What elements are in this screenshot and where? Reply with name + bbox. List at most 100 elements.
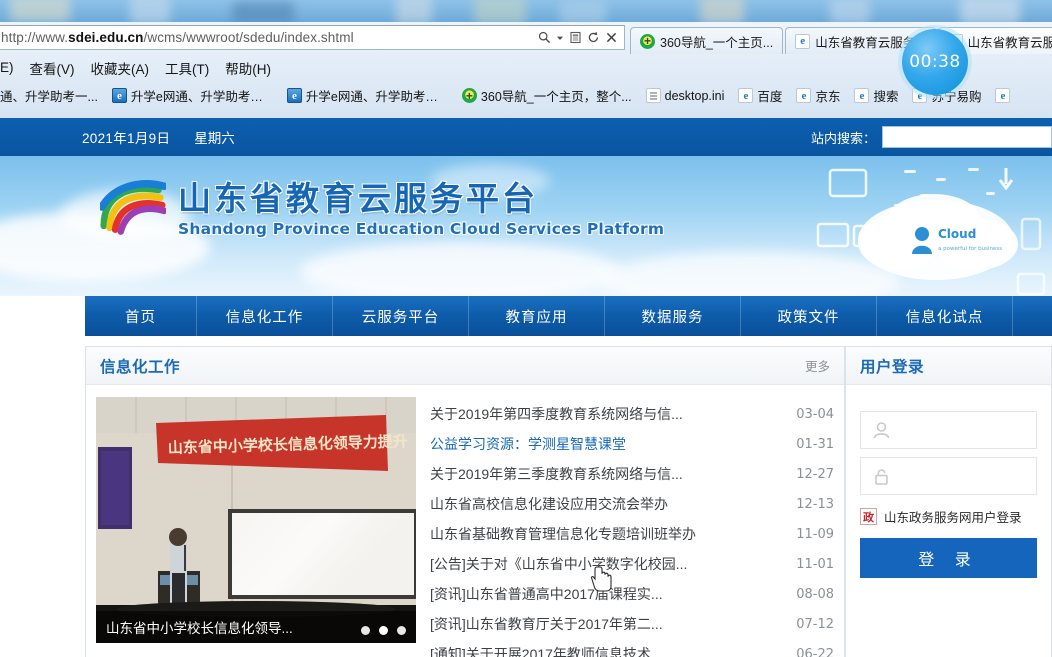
bookmarks-bar: 通、升学助考一... 升学e网通、升学助考一... 升学e网通、升学助考一...… — [0, 81, 1052, 110]
login-panel: 用户登录 政 山东政务服务网用户登录 登 录 — [845, 346, 1052, 657]
news-item[interactable]: 关于2019年第四季度教育系统网络与信... 03-04 — [430, 399, 834, 429]
address-bar-icons — [538, 31, 620, 44]
username-input[interactable] — [903, 412, 1036, 448]
site-banner: 山东省教育云服务平台 Shandong Province Education C… — [0, 156, 1052, 296]
refresh-icon[interactable] — [587, 31, 600, 44]
nav-item-pilot-projects[interactable]: 信息化试点 — [877, 296, 1013, 336]
news-item[interactable]: [通知]关于开展2017年教师信息技术... 06-22 — [430, 639, 834, 657]
browser-menu-bar: E) 查看(V) 收藏夹(A) 工具(T) 帮助(H) — [0, 55, 1052, 80]
bookmark-label: 京东 — [815, 90, 841, 104]
svg-text:a powerful for business: a powerful for business — [938, 246, 1002, 252]
news-item-hovered[interactable]: 公益学习资源：学测星智慧课堂 01-31 — [430, 429, 834, 459]
news-item[interactable]: 关于2019年第三季度教育系统网络与信... 12-27 — [430, 459, 834, 489]
news-item-date: 01-31 — [796, 436, 834, 452]
close-icon[interactable] — [605, 31, 618, 44]
news-item[interactable]: [公告]关于对《山东省中小学数字化校园... 11-01 — [430, 549, 834, 579]
news-panel-body: 山东省中小学校长信息化领导力提升 山东省中小学校长信息化领导... 关于2019… — [86, 385, 844, 657]
e-icon — [286, 88, 302, 103]
menu-item-favorites[interactable]: 收藏夹(A) — [91, 58, 150, 78]
news-item-title: [通知]关于开展2017年教师信息技术... — [430, 646, 663, 657]
news-item-title: [资讯]山东省教育厅关于2017年第二... — [430, 616, 663, 632]
news-item-date: 08-08 — [796, 586, 834, 602]
news-more-link[interactable]: 更多 — [805, 356, 830, 375]
news-panel-title: 信息化工作 — [100, 358, 181, 376]
news-item[interactable]: 山东省高校信息化建设应用交流会举办 12-13 — [430, 489, 834, 519]
menu-item-tools[interactable]: 工具(T) — [165, 58, 209, 78]
news-panel: 信息化工作 更多 山东省中小学校长信息化领导力提升 山东省中小学校长信息化领导.… — [85, 346, 845, 657]
bookmark-item[interactable]: 360导航_一个主页，整个... — [455, 84, 639, 107]
bookmark-item[interactable]: 搜索 — [847, 84, 905, 107]
svg-text:Cloud: Cloud — [938, 227, 976, 241]
bookmark-item[interactable]: 升学e网通、升学助考一... — [105, 84, 280, 107]
login-button[interactable]: 登 录 — [860, 538, 1037, 578]
browser-tab-0[interactable]: 360导航_一个主页... — [630, 27, 784, 54]
nav-item-education-apps[interactable]: 教育应用 — [469, 296, 605, 336]
site-search-label: 站内搜索： — [810, 130, 876, 146]
ie-icon — [796, 88, 812, 103]
bookmark-label: 升学e网通、升学助考一... — [130, 90, 273, 104]
nav-item-cloud-platform[interactable]: 云服务平台 — [333, 296, 469, 336]
menu-item-file[interactable]: E) — [0, 60, 14, 75]
address-bar-url: http://www.sdei.edu.cn/wcms/wwwroot/sded… — [1, 30, 354, 45]
ie-icon — [738, 88, 754, 103]
menu-item-help[interactable]: 帮助(H) — [225, 58, 271, 78]
bookmark-item[interactable]: 京东 — [789, 84, 847, 107]
news-item-title: [资讯]山东省普通高中2017届课程实... — [430, 586, 663, 602]
screen-recorder-timer: 00:38 — [902, 29, 968, 95]
news-item-title: 公益学习资源：学测星智慧课堂 — [430, 436, 626, 452]
news-item-date: 11-01 — [796, 556, 834, 572]
page-viewport: 2021年1月9日 星期六 站内搜索： 山东省教育云服务平台 Shandong … — [0, 118, 1052, 657]
gov-login-label: 山东政务服务网用户登录 — [884, 511, 1022, 525]
user-icon — [873, 422, 890, 439]
username-field-wrapper[interactable] — [860, 411, 1037, 449]
nav-item-policy-documents[interactable]: 政策文件 — [741, 296, 877, 336]
news-item[interactable]: [资讯]山东省普通高中2017届课程实... 08-08 — [430, 579, 834, 609]
search-icon[interactable] — [538, 31, 551, 44]
tab-strip: 360导航_一个主页... 山东省教育云服务... 山东省教育云服... — [630, 22, 1052, 54]
nav-item-home[interactable]: 首页 — [85, 296, 197, 336]
login-form: 山东政务服务网用户登录 登 录 — [846, 385, 1051, 578]
news-list: 关于2019年第四季度教育系统网络与信... 03-04 公益学习资源：学测星智… — [430, 397, 834, 657]
news-item[interactable]: [资讯]山东省教育厅关于2017年第二... 07-12 — [430, 609, 834, 639]
menu-item-view[interactable]: 查看(V) — [30, 58, 75, 78]
bookmark-item[interactable]: 通、升学助考一... — [0, 84, 105, 107]
news-item-date: 07-12 — [796, 616, 834, 632]
news-carousel[interactable]: 山东省中小学校长信息化领导力提升 山东省中小学校长信息化领导... — [96, 397, 416, 643]
bookmark-item[interactable]: 升学e网通、升学助考一... — [280, 84, 455, 107]
site-logo[interactable]: 山东省教育云服务平台 Shandong Province Education C… — [100, 178, 664, 238]
site-title-en: Shandong Province Education Cloud Servic… — [178, 219, 665, 238]
news-item[interactable]: 山东省基础教育管理信息化专题培训班举办 11-09 — [430, 519, 834, 549]
news-item-title: 山东省基础教育管理信息化专题培训班举办 — [430, 526, 696, 542]
site-topbar: 2021年1月9日 星期六 站内搜索： — [0, 118, 1052, 156]
file-icon — [645, 88, 661, 103]
tab-label: 山东省教育云服... — [967, 35, 1052, 50]
password-input[interactable] — [903, 458, 1036, 494]
news-item-title: [公告]关于对《山东省中小学数字化校园... — [430, 556, 688, 572]
bookmark-item[interactable]: 百度 — [731, 84, 789, 107]
news-panel-header: 信息化工作 更多 — [86, 347, 844, 385]
compatibility-view-icon[interactable] — [569, 31, 582, 44]
nav-item-data-services[interactable]: 数据服务 — [605, 296, 741, 336]
carousel-dots[interactable] — [361, 626, 406, 635]
nav-item-informatization-work[interactable]: 信息化工作 — [197, 296, 333, 336]
page-content: 信息化工作 更多 山东省中小学校长信息化领导力提升 山东省中小学校长信息化领导.… — [0, 336, 1052, 657]
bookmark-label: desktop.ini — [664, 88, 725, 103]
bookmark-item[interactable] — [988, 86, 1017, 105]
lock-icon — [875, 469, 888, 485]
gov-login-row[interactable]: 山东政务服务网用户登录 — [860, 507, 1037, 526]
address-bar[interactable]: http://www.sdei.edu.cn/wcms/wwwroot/sded… — [0, 25, 625, 50]
ie-icon — [995, 88, 1011, 103]
news-item-date: 11-09 — [796, 526, 834, 542]
site-search-input[interactable] — [882, 126, 1052, 148]
carousel-dot-active[interactable] — [379, 626, 388, 635]
news-item-date: 12-27 — [796, 466, 834, 482]
password-field-wrapper[interactable] — [860, 457, 1037, 495]
carousel-dot[interactable] — [361, 626, 370, 635]
carousel-dot[interactable] — [397, 626, 406, 635]
carousel-image: 山东省中小学校长信息化领导力提升 — [96, 397, 416, 643]
chevron-down-icon[interactable] — [556, 34, 564, 42]
news-item-title: 关于2019年第四季度教育系统网络与信... — [430, 406, 683, 422]
bookmark-label: 通、升学助考一... — [0, 90, 98, 104]
gov-seal-icon — [860, 508, 877, 525]
bookmark-item[interactable]: desktop.ini — [639, 86, 732, 105]
